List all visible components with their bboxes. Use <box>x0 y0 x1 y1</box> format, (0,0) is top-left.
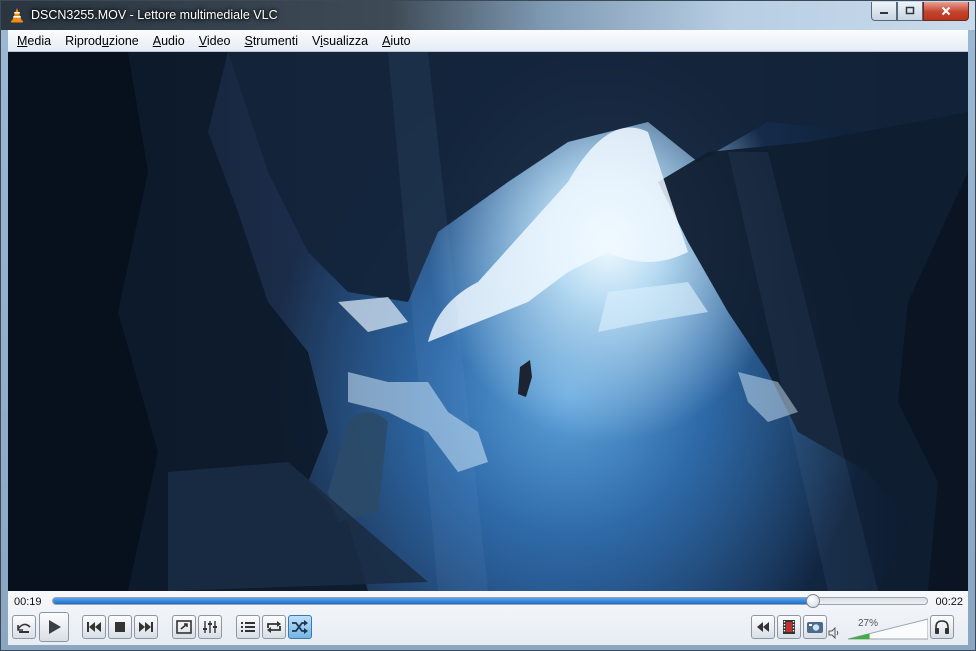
vlc-cone-icon <box>11 8 23 23</box>
menu-video[interactable]: Video <box>192 34 238 48</box>
menu-strumenti[interactable]: Strumenti <box>237 34 305 48</box>
loop-icon <box>267 621 281 633</box>
title-bar[interactable]: DSCN3255.MOV - Lettore multimediale VLC <box>1 1 975 30</box>
equalizer-icon <box>203 621 217 633</box>
frame-by-frame-button[interactable] <box>12 615 36 639</box>
record-button[interactable] <box>777 615 801 639</box>
frame-step-icon <box>17 623 31 633</box>
close-icon <box>941 6 951 16</box>
video-frame-underwater-cave <box>8 52 968 591</box>
window-title: DSCN3255.MOV - Lettore multimediale VLC <box>31 8 278 22</box>
seek-bar[interactable] <box>52 594 928 608</box>
extended-settings-button[interactable] <box>198 615 222 639</box>
vlc-window: DSCN3255.MOV - Lettore multimediale VLC … <box>0 0 976 651</box>
maximize-icon <box>905 6 915 15</box>
fullscreen-icon <box>176 620 192 634</box>
stop-icon <box>115 622 125 632</box>
snapshot-icon <box>807 622 823 633</box>
play-icon <box>49 620 61 634</box>
next-button[interactable] <box>134 615 158 639</box>
fullscreen-button[interactable] <box>172 615 196 639</box>
device-button[interactable] <box>930 615 954 639</box>
menu-aiuto[interactable]: Aiuto <box>375 34 418 48</box>
video-display[interactable] <box>8 52 968 591</box>
elapsed-time: 00:19 <box>14 596 42 608</box>
skip-next-icon <box>139 622 153 632</box>
window-controls <box>871 2 969 21</box>
controls-panel: 00:19 00:22 27% <box>8 591 968 645</box>
previous-button[interactable] <box>82 615 106 639</box>
menu-bar: Media Riproduzione Audio Video Strumenti… <box>8 30 968 52</box>
shuffle-icon <box>292 620 308 634</box>
headphones-icon <box>935 620 949 634</box>
volume-control[interactable]: 27% <box>828 615 928 641</box>
snapshot-button[interactable] <box>803 615 827 639</box>
minimize-icon <box>880 12 888 14</box>
menu-audio[interactable]: Audio <box>146 34 192 48</box>
slower-button[interactable] <box>751 615 775 639</box>
menu-visualizza[interactable]: Visualizza <box>305 34 375 48</box>
total-time: 00:22 <box>935 596 963 608</box>
seek-handle[interactable] <box>806 594 821 608</box>
stop-button[interactable] <box>108 615 132 639</box>
volume-percent: 27% <box>858 618 879 629</box>
rewind-icon <box>757 622 769 632</box>
minimize-button[interactable] <box>871 2 897 21</box>
playlist-icon <box>241 622 255 632</box>
film-record-icon <box>783 620 795 634</box>
play-button[interactable] <box>39 612 69 642</box>
menu-media[interactable]: Media <box>10 34 58 48</box>
loop-button[interactable] <box>262 615 286 639</box>
seek-bar-fill <box>53 598 814 604</box>
playlist-button[interactable] <box>236 615 260 639</box>
shuffle-button[interactable] <box>288 615 312 639</box>
skip-previous-icon <box>87 622 101 632</box>
maximize-button[interactable] <box>897 2 923 21</box>
menu-riproduzione[interactable]: Riproduzione <box>58 34 146 48</box>
close-button[interactable] <box>923 2 969 21</box>
